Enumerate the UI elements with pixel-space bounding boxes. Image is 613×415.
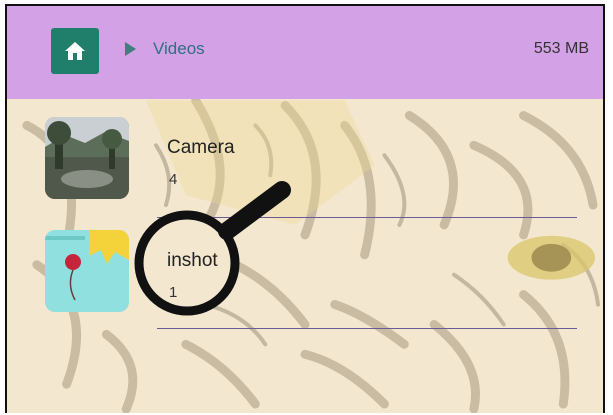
breadcrumb-arrow-icon <box>125 42 136 56</box>
folder-thumbnail-inshot <box>45 230 129 312</box>
storage-size: 553 MB <box>533 40 589 57</box>
home-button[interactable] <box>51 28 99 74</box>
magnifier-icon <box>134 181 291 316</box>
file-manager-screen: Videos 553 MB Camera 4 inshot 1 <box>5 4 605 413</box>
home-icon <box>65 42 85 60</box>
folder-name-camera: Camera <box>167 137 235 158</box>
breadcrumb-videos[interactable]: Videos <box>153 39 205 59</box>
divider <box>157 328 577 329</box>
top-bar: Videos 553 MB <box>7 6 603 99</box>
folder-thumbnail-camera <box>45 117 129 199</box>
